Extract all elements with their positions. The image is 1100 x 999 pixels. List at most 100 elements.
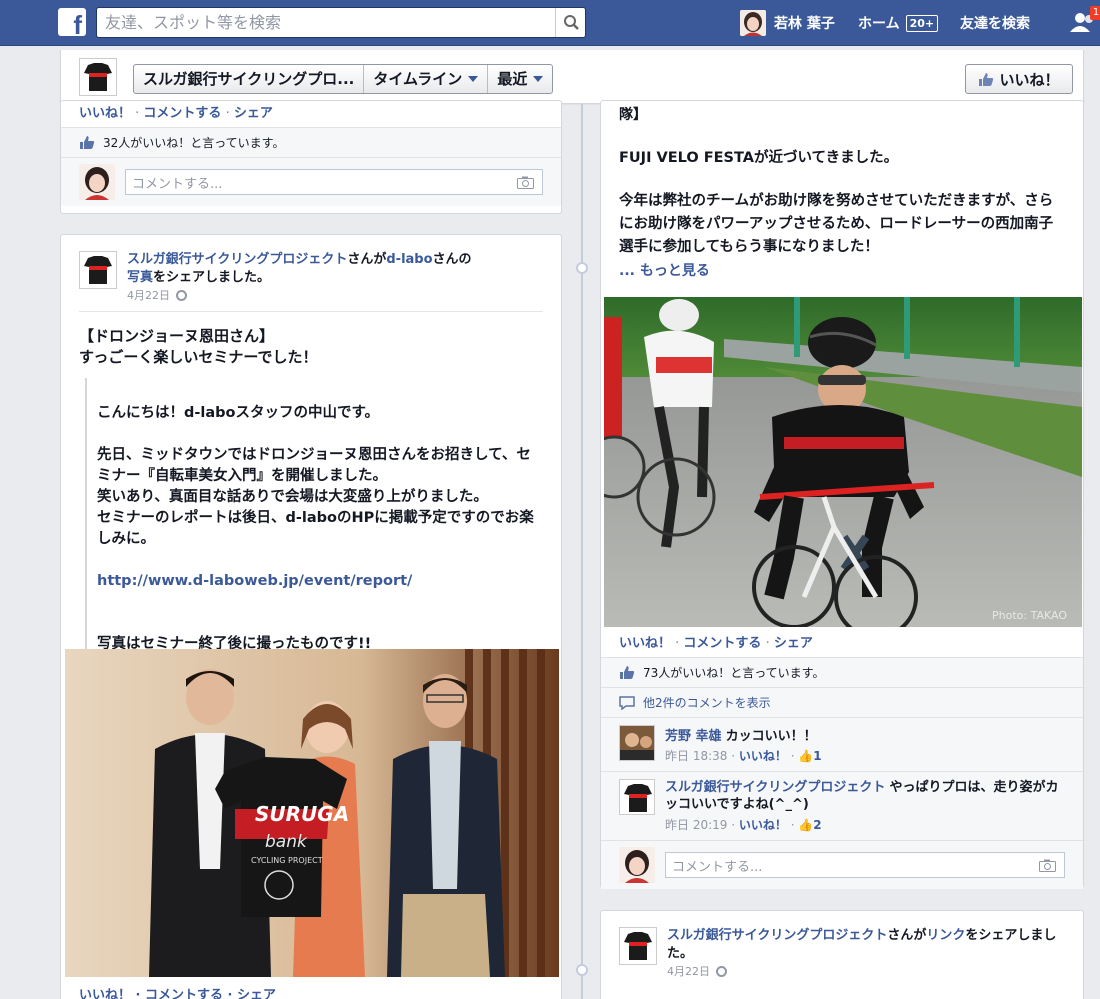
quote-text: こんにちは！d-laboスタッフの中山です。 先日、ミッドタウンではドロンジョー… xyxy=(97,405,534,547)
post-card: いいね！ · コメントする · シェア 32人がいいね！と言っています。 コメン… xyxy=(60,100,562,214)
comment-like-count[interactable]: 2 xyxy=(813,818,821,832)
user-name: 若林 葉子 xyxy=(774,16,835,32)
commenter-avatar[interactable] xyxy=(619,725,655,761)
post-card: 隊】 FUJI VELO FESTAが近づいてきました。 今年は弊社のチームがお… xyxy=(600,100,1084,889)
see-more-link[interactable]: ... もっと見る xyxy=(601,259,1083,283)
post-actions[interactable]: いいね！ · コメントする · シェア xyxy=(61,983,294,999)
post-header: スルガ銀行サイクリングプロジェクトさんがd-laboさんの 写真をシェアしました… xyxy=(61,235,561,303)
link-link[interactable]: リンク xyxy=(926,928,965,943)
globe-icon xyxy=(716,965,727,977)
friend-requests-icon[interactable]: 1 xyxy=(1068,6,1100,36)
commenter-avatar[interactable] xyxy=(619,779,655,815)
commenter-name[interactable]: スルガ銀行サイクリングプロジェクト xyxy=(665,780,885,795)
comment-composer: コメントする... xyxy=(61,157,561,206)
shared-quote: こんにちは！d-laboスタッフの中山です。 先日、ミッドタウンではドロンジョー… xyxy=(85,378,543,684)
post-footer: いいね！ · コメントする · シェア 73人がいいね！と言っています。 他2件… xyxy=(601,631,1083,889)
likes-summary: 32人がいいね！と言っています。 xyxy=(61,127,561,157)
jersey-bank-text: bank xyxy=(265,832,308,852)
home-badge: 20+ xyxy=(905,14,939,32)
comment-composer: コメントする... xyxy=(601,840,1083,889)
comment-meta: 昨日 18:38 · いいね！ · 👍1 xyxy=(665,749,822,763)
search-input[interactable] xyxy=(97,8,547,37)
like-link[interactable]: いいね！ xyxy=(79,106,131,121)
user-avatar xyxy=(79,164,115,200)
post-photo[interactable]: Photo: TAKAO xyxy=(604,297,1082,627)
profile-link[interactable]: 若林 葉子 xyxy=(740,9,835,37)
thumbs-up-icon xyxy=(620,666,635,679)
search-box xyxy=(96,7,586,38)
post-meta: 4月22日 xyxy=(127,287,472,303)
shared-from-link[interactable]: d-labo xyxy=(386,252,432,267)
post-title: スルガ銀行サイクリングプロジェクトさんがd-laboさんの 写真をシェアしました… xyxy=(127,252,472,285)
view-more-comments[interactable]: 他2件のコメントを表示 xyxy=(601,687,1083,717)
jersey-logo-text: SURUGA xyxy=(255,802,349,826)
author-link[interactable]: スルガ銀行サイクリングプロジェクト xyxy=(127,252,347,267)
post-header: スルガ銀行サイクリングプロジェクトさんがリンクをシェアしました。 4月22日 xyxy=(601,911,1083,979)
post-card: スルガ銀行サイクリングプロジェクトさんがd-laboさんの 写真をシェアしました… xyxy=(60,234,562,999)
chevron-down-icon xyxy=(533,76,544,82)
find-friends-link[interactable]: 友達を検索 xyxy=(960,13,1030,33)
author-link[interactable]: スルガ銀行サイクリングプロジェクト xyxy=(667,928,887,943)
comment-input[interactable]: コメントする... xyxy=(125,169,543,195)
post-actions: いいね！ · コメントする · シェア xyxy=(619,636,813,651)
camera-icon[interactable] xyxy=(517,176,534,189)
globe-icon xyxy=(176,289,187,301)
timeline-header-bar: スルガ銀行サイクリングプロ... タイムライン 最近 いいね！ xyxy=(60,50,1084,104)
thumbs-up-icon: 👍 xyxy=(798,818,814,832)
likes-count-text[interactable]: 32人がいいね！と言っています。 xyxy=(103,134,284,151)
shared-photo[interactable]: SURUGA bank CYCLING PROJECT xyxy=(65,649,559,977)
post-date[interactable]: 4月22日 xyxy=(127,287,170,303)
page-name-button[interactable]: スルガ銀行サイクリングプロ... xyxy=(134,65,365,93)
share-link[interactable]: シェア xyxy=(234,106,273,121)
user-avatar xyxy=(619,847,655,883)
timeline-spine xyxy=(581,104,583,999)
like-page-button[interactable]: いいね！ xyxy=(965,64,1073,94)
comment-meta: 昨日 20:19 · いいね！ · 👍2 xyxy=(665,818,822,832)
like-link[interactable]: いいね！ xyxy=(619,636,671,651)
post-title-tail: 隊】 xyxy=(619,107,647,123)
comment-link[interactable]: コメントする xyxy=(143,106,221,121)
recent-dropdown[interactable]: 最近 xyxy=(488,65,552,93)
thumbs-up-icon xyxy=(979,72,994,86)
jersey-project-text: CYCLING PROJECT xyxy=(251,856,323,865)
post-meta: 4月22日 xyxy=(667,963,1065,979)
top-navigation-bar: f 若林 葉子 ホーム 20+ 友達を検索 1 xyxy=(0,0,1100,46)
post-text-line: FUJI VELO FESTAが近づいてきました。 xyxy=(619,150,899,166)
share-link[interactable]: シェア xyxy=(774,636,813,651)
thumbs-up-icon: 👍 xyxy=(798,749,814,763)
comment-item: 芳野 幸雄 カッコいい！！ 昨日 18:38 · いいね！ · 👍1 xyxy=(601,717,1083,771)
post-card: スルガ銀行サイクリングプロジェクトさんがリンクをシェアしました。 4月22日 xyxy=(600,910,1084,999)
facebook-logo-icon[interactable]: f xyxy=(58,8,86,36)
thumbs-up-icon xyxy=(80,136,95,149)
camera-icon[interactable] xyxy=(1039,859,1056,872)
home-label: ホーム xyxy=(858,16,900,32)
page-thumbnail[interactable] xyxy=(79,58,117,96)
comment-text: カッコいい！！ xyxy=(725,729,817,744)
post-date[interactable]: 4月22日 xyxy=(667,963,710,979)
timeline-marker xyxy=(576,964,588,976)
commenter-name[interactable]: 芳野 幸雄 xyxy=(665,729,722,744)
page-thumbnail[interactable] xyxy=(79,251,117,289)
comment-like-link[interactable]: いいね！ xyxy=(739,749,787,763)
page-thumbnail[interactable] xyxy=(619,927,657,965)
search-icon[interactable] xyxy=(555,8,585,37)
comment-item: スルガ銀行サイクリングプロジェクト やっぱりプロは、走り姿がカッコいいですよね(… xyxy=(601,771,1083,840)
comment-link[interactable]: コメントする xyxy=(683,636,761,651)
likes-summary: 73人がいいね！と言っています。 xyxy=(601,657,1083,687)
view-more-comments-link[interactable]: 他2件のコメントを表示 xyxy=(643,694,771,711)
timeline-marker xyxy=(576,262,588,274)
chevron-down-icon xyxy=(468,76,479,82)
likes-count-text[interactable]: 73人がいいね！と言っています。 xyxy=(643,664,824,681)
home-link[interactable]: ホーム 20+ xyxy=(858,13,939,33)
post-text: 【ドロンジョーヌ恩田さん】 すっごーく楽しいセミナーでした！ xyxy=(79,327,318,366)
comment-input[interactable]: コメントする... xyxy=(665,852,1065,878)
quote-link[interactable]: http://www.d-laboweb.jp/event/report/ xyxy=(97,571,543,592)
timeline-dropdown[interactable]: タイムライン xyxy=(364,65,489,93)
photo-link[interactable]: 写真 xyxy=(127,270,153,285)
comment-like-link[interactable]: いいね！ xyxy=(739,818,787,832)
post-title: スルガ銀行サイクリングプロジェクトさんがリンクをシェアしました。 xyxy=(667,928,1057,961)
comment-like-count[interactable]: 1 xyxy=(813,749,821,763)
comment-bubble-icon xyxy=(619,696,635,710)
post-actions: いいね！ · コメントする · シェア xyxy=(79,106,273,121)
friend-requests-badge: 1 xyxy=(1090,6,1100,20)
